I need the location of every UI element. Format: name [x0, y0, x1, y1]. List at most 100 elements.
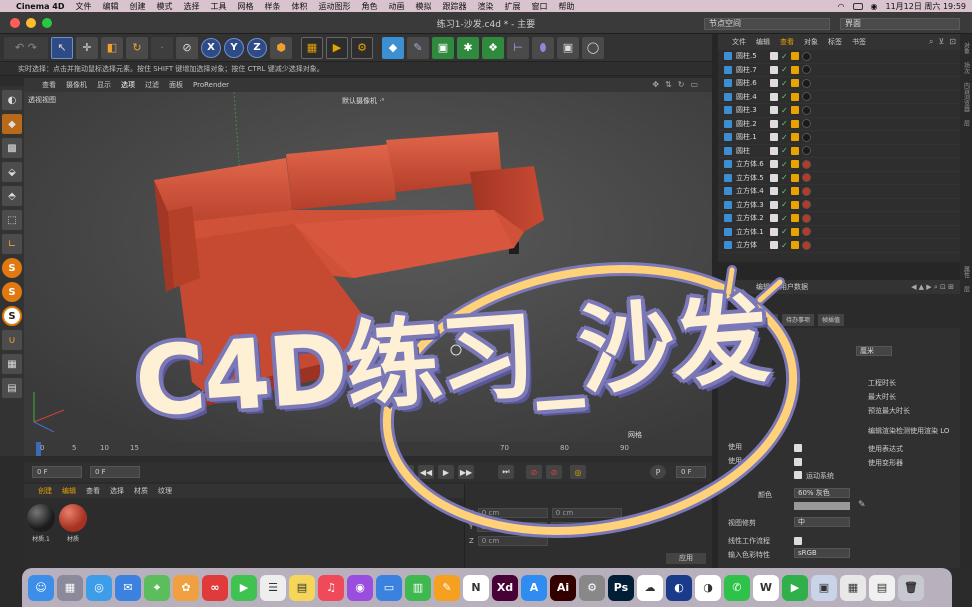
vp-menu-filter[interactable]: 过滤 — [145, 80, 159, 90]
menu-mograph[interactable]: 运动图形 — [318, 1, 350, 12]
go-to-end-button[interactable]: ⏭ — [498, 465, 514, 479]
snap-icon[interactable]: S — [2, 258, 22, 278]
enabled-check-icon[interactable]: ✓ — [781, 52, 788, 61]
menu-edit[interactable]: 编辑 — [102, 1, 118, 12]
material-tag-icon[interactable] — [801, 200, 811, 210]
orbit-icon[interactable]: ↻ — [678, 80, 685, 89]
visibility-toggle[interactable] — [770, 187, 778, 196]
material-tag-icon[interactable] — [801, 240, 811, 250]
x-position-field[interactable]: 0 cm — [477, 508, 548, 518]
mail-icon[interactable]: ✉ — [115, 574, 141, 601]
om-menu-bookmarks[interactable]: 书签 — [852, 37, 866, 47]
object-row[interactable]: 圆柱.4 ✓ — [718, 91, 960, 104]
rotate-tool-icon[interactable]: ↻ — [126, 36, 148, 59]
object-row[interactable]: 立方体.3 ✓ — [718, 199, 960, 212]
polygons-mode-icon[interactable]: ⬚ — [2, 210, 22, 230]
phong-tag-icon[interactable] — [790, 133, 799, 142]
creative-cloud-icon[interactable]: ∞ — [202, 574, 228, 601]
object-row[interactable]: 圆柱.6 ✓ — [718, 77, 960, 91]
points-mode-icon[interactable]: ⬙ — [2, 162, 22, 182]
attr-nav-icons[interactable]: ◀ ▲ ▶ ⌕ ⊡ ⊞ — [911, 283, 954, 292]
timeline-ruler[interactable]: 0 5 10 15 70 80 90 — [24, 442, 712, 456]
object-row[interactable]: 圆柱.1 ✓ — [718, 131, 960, 145]
control-center-icon[interactable]: ◉ — [871, 2, 878, 11]
axis-mode-icon[interactable]: ∟ — [2, 234, 22, 254]
view-clip-select[interactable]: 中 — [794, 517, 850, 527]
go-to-start-button[interactable]: ⏮ — [398, 465, 414, 479]
om-menu-tags[interactable]: 标签 — [828, 37, 842, 47]
coordinate-system-icon[interactable]: ⬢ — [270, 36, 292, 59]
use-deformer-checkbox[interactable] — [794, 458, 802, 466]
motion-system-checkbox[interactable] — [794, 471, 802, 479]
phong-tag-icon[interactable] — [790, 146, 799, 155]
move-tool-icon[interactable]: ✛ — [76, 36, 98, 59]
visibility-toggle[interactable] — [770, 79, 778, 88]
enabled-check-icon[interactable]: ✓ — [781, 214, 788, 223]
xd-icon[interactable]: Xd — [492, 574, 518, 601]
phong-tag-icon[interactable] — [790, 173, 799, 182]
baidu-netdisk-icon[interactable]: ☁ — [637, 574, 663, 601]
enabled-check-icon[interactable]: ✓ — [781, 241, 788, 250]
snap-settings-icon[interactable]: S — [2, 282, 22, 302]
render-view-icon[interactable]: ▦ — [301, 36, 323, 59]
default-color-select[interactable]: 60% 灰色 — [794, 488, 850, 498]
app-store-icon[interactable]: A — [521, 574, 547, 601]
material-tag-icon[interactable] — [801, 186, 811, 196]
om-new-window-icon[interactable]: ⊡ — [949, 37, 956, 47]
phong-tag-icon[interactable] — [790, 241, 799, 250]
pages-icon[interactable]: ✎ — [434, 574, 460, 601]
phong-tag-icon[interactable] — [790, 52, 799, 61]
deformer-icon[interactable]: ⊢ — [507, 36, 529, 59]
visibility-toggle[interactable] — [770, 241, 778, 250]
subdivision-surface-icon[interactable]: ▣ — [432, 36, 454, 59]
x-size-field[interactable]: 0 cm — [551, 508, 622, 518]
screenshot-icon[interactable]: ▦ — [840, 574, 866, 601]
menu-volume[interactable]: 体积 — [291, 1, 307, 12]
camera-icon[interactable]: ▣ — [557, 36, 579, 59]
photoshop-icon[interactable]: Ps — [608, 574, 634, 601]
music-icon[interactable]: ♫ — [318, 574, 344, 601]
recent-tool-icon[interactable]: · — [151, 36, 173, 59]
visibility-toggle[interactable] — [770, 214, 778, 223]
field-icon[interactable]: ⬮ — [532, 36, 554, 59]
attr-tab-todo[interactable]: 待办事项 — [782, 314, 815, 326]
mat-menu-edit[interactable]: 编辑 — [62, 486, 76, 496]
visibility-toggle[interactable] — [770, 133, 778, 142]
end-frame-field[interactable]: 0 F — [676, 466, 706, 478]
vp-menu-panel[interactable]: 面板 — [169, 80, 183, 90]
object-row[interactable]: 圆柱.7 ✓ — [718, 64, 960, 77]
menu-select[interactable]: 选择 — [183, 1, 199, 12]
menu-spline[interactable]: 样条 — [264, 1, 280, 12]
current-frame-field[interactable]: 0 F — [32, 466, 82, 478]
model-mode-icon[interactable]: ◆ — [2, 114, 22, 134]
previous-key-button[interactable]: ◀◀ — [418, 465, 434, 479]
facetime-icon[interactable]: ▶ — [231, 574, 257, 601]
phong-tag-icon[interactable] — [790, 106, 799, 115]
om-menu-file[interactable]: 文件 — [732, 37, 746, 47]
edges-mode-icon[interactable]: ⬘ — [2, 186, 22, 206]
node-space-select[interactable]: 节点空间 — [704, 18, 830, 30]
numbers-icon[interactable]: ▥ — [405, 574, 431, 601]
vtab-objects[interactable]: 对象 — [962, 42, 971, 54]
document-icon[interactable]: ▤ — [869, 574, 895, 601]
z-position-field[interactable]: 0 cm — [477, 536, 548, 546]
vtab-takes[interactable]: 场次 — [962, 62, 971, 74]
mat-menu-create[interactable]: 创建 — [38, 486, 52, 496]
input-color-select[interactable]: sRGB — [794, 548, 850, 558]
y-axis-button[interactable]: Y — [224, 37, 244, 58]
enabled-check-icon[interactable]: ✓ — [781, 227, 788, 236]
qq-icon[interactable]: ◑ — [695, 574, 721, 601]
menu-tracker[interactable]: 跟踪器 — [442, 1, 466, 12]
object-row[interactable]: 立方体.2 ✓ — [718, 212, 960, 226]
material-tag-icon[interactable] — [801, 159, 811, 169]
visibility-toggle[interactable] — [770, 146, 778, 155]
workplane-icon[interactable]: ▦ — [2, 354, 22, 374]
unit-select[interactable]: 厘米 — [856, 346, 892, 356]
phong-tag-icon[interactable] — [790, 65, 799, 74]
podcasts-icon[interactable]: ◉ — [347, 574, 373, 601]
z-axis-button[interactable]: Z — [247, 37, 267, 58]
mat-menu-material[interactable]: 材质 — [134, 486, 148, 496]
wechat-icon[interactable]: ✆ — [724, 574, 750, 601]
array-icon[interactable]: ✱ — [457, 36, 479, 59]
menu-mode[interactable]: 模式 — [156, 1, 172, 12]
